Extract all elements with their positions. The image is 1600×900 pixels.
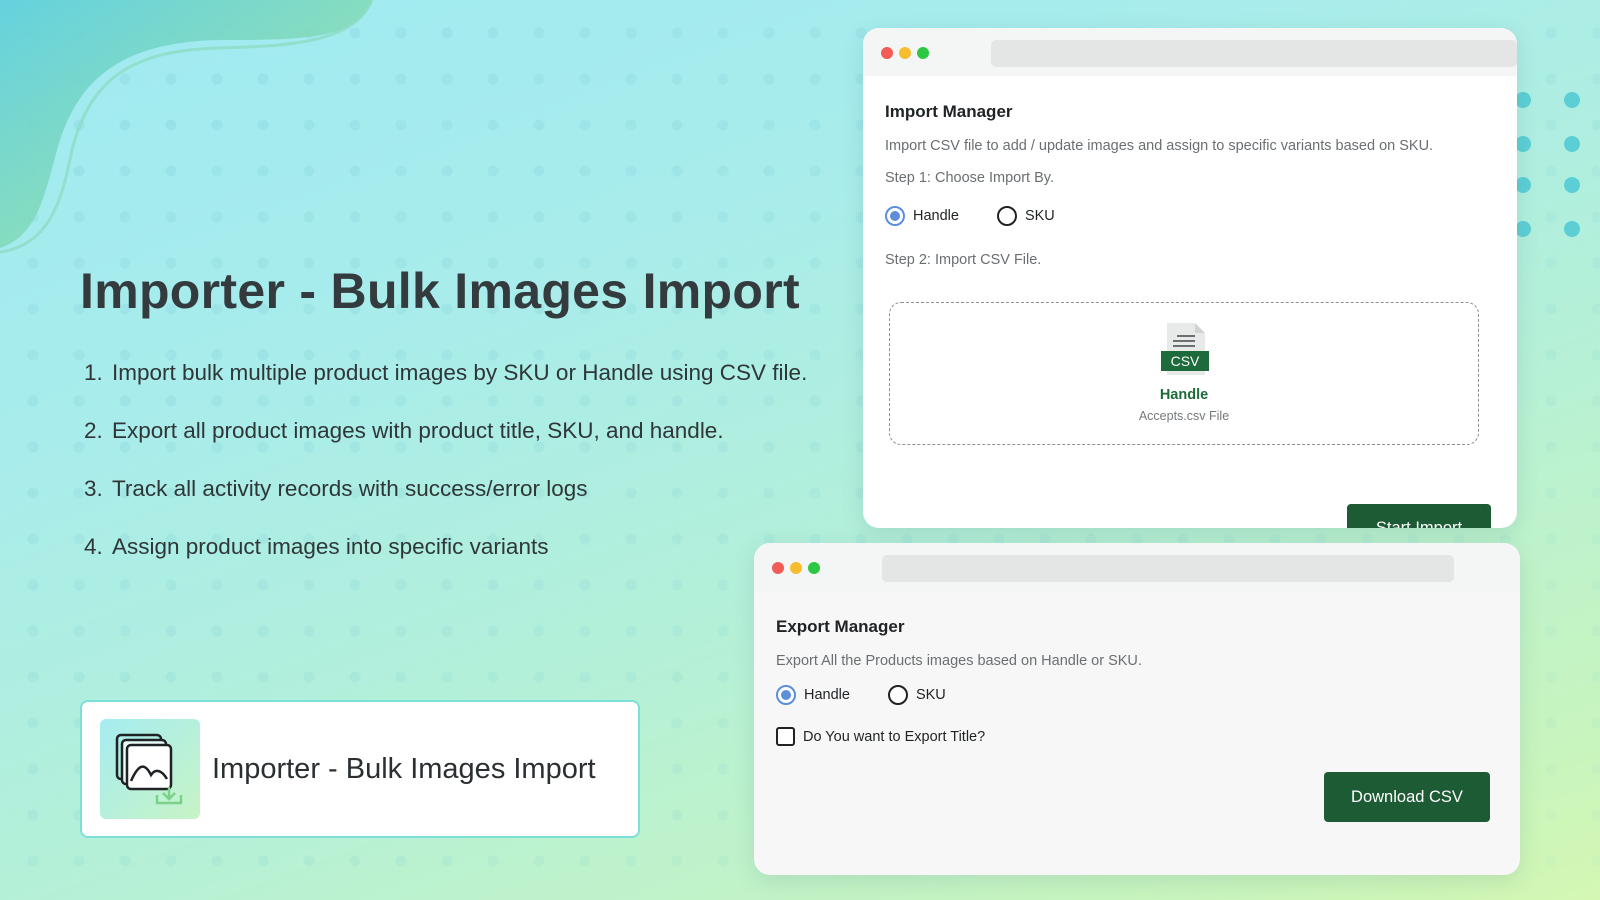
dropzone-hint: Accepts.csv File [1138, 409, 1230, 423]
step-1-label: Step 1: Choose Import By. [885, 170, 1054, 186]
feature-item: 2. Export all product images with produc… [84, 418, 807, 476]
export-title-checkbox[interactable] [776, 727, 795, 746]
address-bar[interactable] [991, 40, 1517, 67]
radio-button-selected[interactable] [885, 206, 905, 226]
csv-badge-text: CSV [1171, 353, 1200, 369]
download-csv-button[interactable]: Download CSV [1324, 772, 1490, 822]
radio-label: SKU [915, 687, 946, 703]
start-import-button[interactable]: Start Import [1347, 504, 1491, 528]
window-titlebar [863, 28, 1517, 76]
app-badge-card: Importer - Bulk Images Import [80, 700, 640, 838]
images-download-icon [100, 719, 200, 819]
feature-number: 4. [84, 534, 103, 559]
feature-number: 3. [84, 476, 103, 501]
address-bar[interactable] [882, 555, 1454, 582]
panel-title: Import Manager [885, 102, 1013, 121]
radio-button[interactable] [887, 685, 908, 705]
step-2-label: Step 2: Import CSV File. [885, 252, 1042, 268]
dropzone-label: Handle [1159, 387, 1209, 403]
export-by-radio-group: Handle SKU [776, 685, 1498, 705]
window-close-dot[interactable] [881, 47, 893, 59]
feature-list: 1. Import bulk multiple product images b… [84, 360, 807, 592]
decorative-wave-blob [0, 0, 374, 254]
csv-file-icon: CSV [1161, 323, 1209, 375]
radio-button[interactable] [996, 206, 1017, 226]
radio-sku[interactable]: SKU [996, 206, 1055, 226]
panel-description: Import CSV file to add / update images a… [885, 138, 1434, 154]
feature-text: Export all product images with product t… [112, 418, 724, 443]
radio-handle[interactable]: Handle [776, 685, 850, 705]
window-maximize-dot[interactable] [808, 562, 820, 574]
feature-item: 4. Assign product images into specific v… [84, 534, 807, 592]
feature-number: 2. [84, 418, 103, 443]
feature-text: Import bulk multiple product images by S… [112, 360, 808, 385]
panel-title: Export Manager [776, 617, 905, 636]
radio-handle[interactable]: Handle [885, 206, 959, 226]
feature-number: 1. [84, 360, 103, 385]
export-manager-window: Export Manager Export All the Products i… [754, 543, 1520, 875]
window-maximize-dot[interactable] [917, 47, 929, 59]
window-titlebar [754, 543, 1520, 591]
export-title-checkbox-row[interactable]: Do You want to Export Title? [776, 727, 1498, 746]
feature-text: Assign product images into specific vari… [112, 534, 549, 559]
radio-label: Handle [913, 208, 959, 224]
csv-dropzone[interactable]: CSV Handle Accepts.csv File [889, 302, 1479, 445]
window-close-dot[interactable] [772, 562, 784, 574]
radio-sku[interactable]: SKU [887, 685, 946, 705]
hero-title: Importer - Bulk Images Import [80, 263, 800, 319]
feature-item: 3. Track all activity records with succe… [84, 476, 807, 534]
checkbox-label: Do You want to Export Title? [803, 728, 986, 745]
feature-item: 1. Import bulk multiple product images b… [84, 360, 807, 418]
window-minimize-dot[interactable] [899, 47, 911, 59]
radio-label: Handle [804, 687, 850, 703]
radio-label: SKU [1024, 208, 1055, 224]
app-name: Importer - Bulk Images Import [212, 752, 596, 785]
radio-button-selected[interactable] [776, 685, 796, 705]
window-minimize-dot[interactable] [790, 562, 802, 574]
import-by-radio-group: Handle SKU [885, 206, 1495, 226]
panel-description: Export All the Products images based on … [776, 653, 1142, 669]
feature-text: Track all activity records with success/… [112, 476, 588, 501]
import-manager-window: Import Manager Import CSV file to add / … [863, 28, 1517, 528]
